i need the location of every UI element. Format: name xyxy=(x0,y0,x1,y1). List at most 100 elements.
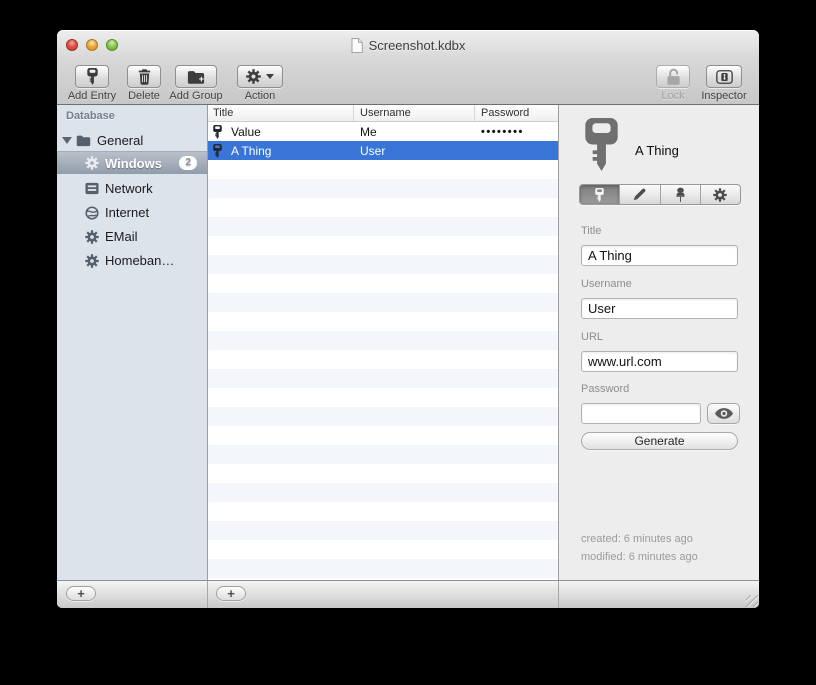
add-entry-plus-button[interactable]: + xyxy=(216,586,246,601)
username-input[interactable] xyxy=(581,298,738,319)
key-icon xyxy=(213,144,222,158)
table-row-empty[interactable] xyxy=(208,331,558,350)
column-header-title[interactable]: Title xyxy=(208,105,354,121)
folder-icon xyxy=(76,134,91,147)
gear-icon xyxy=(246,69,261,84)
table-row-empty[interactable] xyxy=(208,559,558,578)
delete-label: Delete xyxy=(128,90,160,102)
inspector-tab-bar xyxy=(579,184,741,205)
window-title: Screenshot.kdbx xyxy=(368,37,466,53)
table-row-empty[interactable] xyxy=(208,426,558,445)
title-field-label: Title xyxy=(581,225,602,237)
inspector-label: Inspector xyxy=(701,90,747,102)
table-row-a-thing[interactable]: A Thing User xyxy=(208,141,558,160)
column-header-password[interactable]: Password xyxy=(475,105,558,121)
globe-icon xyxy=(84,206,99,220)
inspector-button[interactable]: Inspector xyxy=(692,65,756,102)
key-icon xyxy=(213,125,222,139)
titlebar-toolbar: Screenshot.kdbx Add Entry Delete + Add G… xyxy=(57,30,759,105)
add-group-label: Add Group xyxy=(169,90,223,102)
chevron-down-icon xyxy=(266,74,274,79)
add-entry-button[interactable]: Add Entry xyxy=(62,65,122,102)
add-entry-label: Add Entry xyxy=(67,90,117,102)
sidebar-item-label: Network xyxy=(105,181,153,196)
divider xyxy=(207,581,208,608)
table-row-empty[interactable] xyxy=(208,198,558,217)
group-sidebar: Database General Windows 2 Network Inter… xyxy=(57,105,208,580)
url-field-label: URL xyxy=(581,331,604,343)
inspector-panel: A Thing Title Username URL Password Gene… xyxy=(558,105,759,580)
window-title-area: Screenshot.kdbx xyxy=(57,36,759,54)
table-row-empty[interactable] xyxy=(208,293,558,312)
table-row-empty[interactable] xyxy=(208,464,558,483)
gear-icon xyxy=(84,230,99,244)
sidebar-item-network[interactable]: Network xyxy=(57,177,207,200)
disclosure-triangle-icon[interactable] xyxy=(62,137,72,144)
table-row-empty[interactable] xyxy=(208,445,558,464)
sidebar-item-general[interactable]: General xyxy=(57,129,207,152)
key-icon xyxy=(87,68,98,85)
sidebar-item-homebanking[interactable]: Homeban… xyxy=(57,249,207,272)
key-icon xyxy=(595,188,604,202)
url-input[interactable] xyxy=(581,351,738,372)
table-row-empty[interactable] xyxy=(208,312,558,331)
generate-button[interactable]: Generate xyxy=(581,432,738,450)
table-row-empty[interactable] xyxy=(208,236,558,255)
table-row-empty[interactable] xyxy=(208,179,558,198)
sidebar-item-windows[interactable]: Windows 2 xyxy=(57,151,207,174)
eye-icon xyxy=(715,408,733,419)
pencil-icon xyxy=(633,188,646,201)
gear-icon xyxy=(713,188,727,202)
tab-advanced[interactable] xyxy=(699,185,740,204)
sidebar-item-email[interactable]: EMail xyxy=(57,225,207,248)
sidebar-item-label: Homeban… xyxy=(105,253,175,268)
table-header: Title Username Password xyxy=(208,105,558,122)
password-input[interactable] xyxy=(581,403,701,424)
add-group-plus-button[interactable]: + xyxy=(66,586,96,601)
table-row-empty[interactable] xyxy=(208,160,558,179)
sidebar-item-internet[interactable]: Internet xyxy=(57,201,207,224)
trash-icon xyxy=(138,69,151,85)
table-row-value[interactable]: Value Me •••••••• xyxy=(208,122,558,141)
cell-password: •••••••• xyxy=(481,125,524,138)
tab-attachments[interactable] xyxy=(659,185,700,204)
title-input[interactable] xyxy=(581,245,738,266)
table-row-empty[interactable] xyxy=(208,540,558,559)
table-row-empty[interactable] xyxy=(208,483,558,502)
entry-count-badge: 2 xyxy=(179,156,197,170)
table-row-empty[interactable] xyxy=(208,407,558,426)
empty-rows-area xyxy=(208,160,558,578)
table-row-empty[interactable] xyxy=(208,255,558,274)
password-field-label: Password xyxy=(581,383,630,395)
sidebar-item-label: Windows xyxy=(105,155,162,171)
gear-icon xyxy=(84,254,99,268)
action-button[interactable]: Action xyxy=(230,65,290,102)
created-timestamp: created: 6 minutes ago xyxy=(581,533,693,545)
add-group-button[interactable]: + Add Group xyxy=(161,65,231,102)
table-row-empty[interactable] xyxy=(208,217,558,236)
tab-notes[interactable] xyxy=(619,185,659,204)
cell-title: A Thing xyxy=(231,143,272,158)
table-row-empty[interactable] xyxy=(208,388,558,407)
entry-table: Title Username Password Value Me •••••••… xyxy=(208,105,558,580)
table-row-empty[interactable] xyxy=(208,502,558,521)
table-row-empty[interactable] xyxy=(208,521,558,540)
resize-grip[interactable] xyxy=(746,595,758,607)
table-row-empty[interactable] xyxy=(208,350,558,369)
table-row-empty[interactable] xyxy=(208,369,558,388)
column-header-username[interactable]: Username xyxy=(354,105,475,121)
lock-label: Lock xyxy=(661,90,685,102)
pin-icon xyxy=(675,187,686,203)
entry-key-icon xyxy=(585,118,618,176)
sidebar-item-label: General xyxy=(97,133,144,148)
document-proxy-icon[interactable] xyxy=(351,38,363,53)
cell-title: Value xyxy=(231,124,261,139)
tab-general[interactable] xyxy=(580,185,620,204)
show-password-button[interactable] xyxy=(707,403,740,424)
entry-title: A Thing xyxy=(635,143,679,158)
divider xyxy=(558,581,559,608)
table-row-empty[interactable] xyxy=(208,274,558,293)
app-window: Screenshot.kdbx Add Entry Delete + Add G… xyxy=(57,30,759,608)
sidebar-item-label: EMail xyxy=(105,229,138,244)
sidebar-section-header: Database xyxy=(66,110,115,122)
